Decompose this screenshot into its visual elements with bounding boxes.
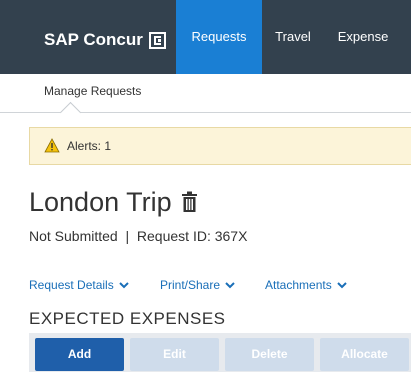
- request-details-menu[interactable]: Request Details: [29, 278, 129, 292]
- warning-icon: [44, 138, 60, 153]
- page-title: London Trip: [29, 186, 198, 218]
- expenses-toolbar: Add Edit Delete Allocate: [29, 333, 411, 372]
- alerts-count-text: Alerts: 1: [67, 139, 112, 153]
- expected-expenses-heading: EXPECTED EXPENSES: [29, 309, 226, 328]
- subnav-manage-requests[interactable]: Manage Requests: [44, 84, 141, 98]
- request-status-line: Not Submitted | Request ID: 367X: [29, 228, 248, 244]
- allocate-button[interactable]: Allocate: [320, 338, 409, 371]
- alerts-banner[interactable]: Alerts: 1: [29, 127, 411, 165]
- brand-logo[interactable]: SAP Concur: [44, 30, 166, 50]
- trash-icon[interactable]: [181, 191, 198, 213]
- edit-button[interactable]: Edit: [130, 338, 219, 371]
- chevron-down-icon: [225, 281, 235, 288]
- tab-travel-label: Travel: [275, 29, 311, 44]
- attachments-label: Attachments: [265, 278, 332, 292]
- delete-button[interactable]: Delete: [225, 338, 314, 371]
- app-page: SAP Concur Requests Travel Expense Manag…: [0, 0, 411, 372]
- tab-requests[interactable]: Requests: [176, 0, 262, 74]
- sub-navigation: Manage Requests: [0, 74, 411, 113]
- chevron-down-icon: [119, 281, 129, 288]
- concur-logo-icon: [148, 31, 166, 49]
- print-share-menu[interactable]: Print/Share: [160, 278, 235, 292]
- brand-name: SAP Concur: [44, 30, 143, 49]
- tab-expense[interactable]: Expense: [328, 0, 398, 74]
- tab-travel[interactable]: Travel: [262, 0, 324, 74]
- add-button[interactable]: Add: [35, 338, 124, 371]
- request-details-label: Request Details: [29, 278, 114, 292]
- tab-requests-label: Requests: [191, 29, 247, 44]
- attachments-menu[interactable]: Attachments: [265, 278, 347, 292]
- tab-expense-label: Expense: [337, 29, 389, 44]
- chevron-down-icon: [336, 281, 347, 288]
- print-share-label: Print/Share: [160, 278, 221, 292]
- request-title: London Trip: [29, 187, 172, 217]
- top-navigation-bar: SAP Concur Requests Travel Expense: [0, 0, 411, 74]
